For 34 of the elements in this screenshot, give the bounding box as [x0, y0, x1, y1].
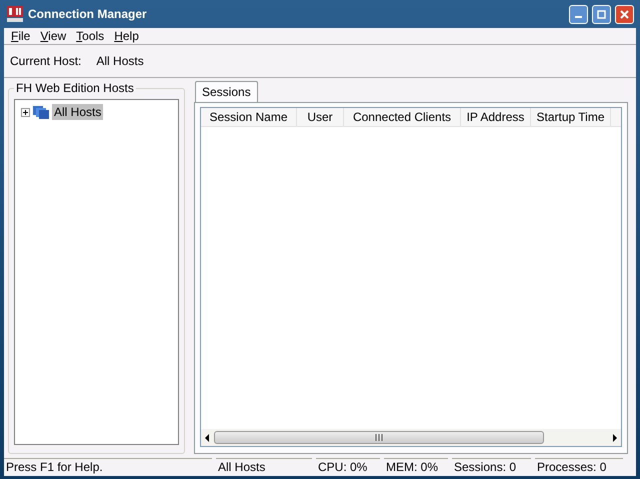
servers-icon	[32, 104, 50, 120]
maximize-button[interactable]	[592, 4, 611, 24]
logo-icon	[6, 5, 24, 23]
menu-item[interactable]: File	[6, 28, 36, 44]
scroll-right-icon[interactable]	[612, 434, 618, 442]
menu-item[interactable]: Tools	[71, 28, 110, 44]
close-button[interactable]	[615, 4, 634, 24]
tree-item[interactable]: All Hosts	[52, 104, 104, 120]
column-header[interactable]: Connected Clients	[344, 108, 461, 126]
menu-item[interactable]: Help	[109, 28, 144, 44]
column-header[interactable]: Session Name	[201, 108, 297, 126]
expand-icon[interactable]	[21, 108, 30, 116]
scroll-left-icon[interactable]	[204, 434, 210, 442]
minimize-icon	[575, 16, 582, 18]
scroll-thumb[interactable]	[214, 431, 544, 444]
minimize-button[interactable]	[569, 4, 588, 24]
status-text: MEM: 0%	[384, 458, 448, 476]
maximize-icon	[597, 10, 606, 18]
column-header[interactable]: Startup Time	[531, 108, 611, 126]
status-text: Sessions: 0	[452, 458, 531, 476]
group-title: FH Web Edition Hosts	[15, 81, 135, 95]
status-text: Processes: 0	[535, 458, 623, 476]
tab[interactable]: Sessions	[195, 81, 258, 102]
window-title: Connection Manager	[28, 7, 148, 21]
status-text: CPU: 0%	[316, 458, 380, 476]
status-text: All Hosts	[216, 458, 312, 476]
close-icon	[620, 10, 629, 18]
current-host-value: All Hosts	[96, 54, 144, 68]
column-header[interactable]: IP Address	[461, 108, 531, 126]
current-host-label: Current Host:	[10, 54, 82, 68]
menu-item[interactable]: View	[35, 28, 72, 44]
status-text: Press F1 for Help.	[4, 458, 212, 476]
horizontal-scrollbar[interactable]	[201, 429, 621, 446]
column-header[interactable]: User	[297, 108, 344, 126]
